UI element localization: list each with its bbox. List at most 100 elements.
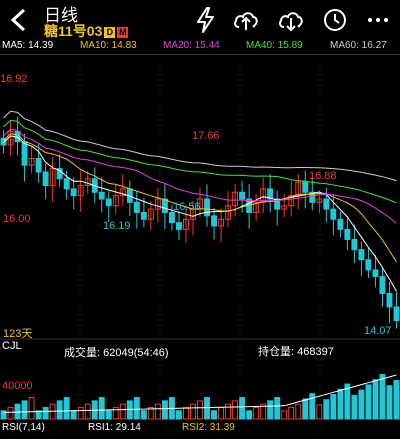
price-axis-top: 16.92 <box>0 73 28 85</box>
volume-bar <box>133 397 140 420</box>
volume-bar <box>330 394 337 420</box>
candle-body <box>133 201 140 213</box>
price-axis-mid: 16.00 <box>3 213 31 225</box>
volume-bar <box>190 403 196 420</box>
candle-body <box>379 276 386 294</box>
candle-body <box>393 306 400 321</box>
candle-body <box>175 222 182 230</box>
volume-bar <box>63 397 70 420</box>
volume-bar <box>393 380 400 420</box>
volume-bar <box>218 406 225 420</box>
volume-bar <box>253 406 260 420</box>
low-label-2: 16.56 <box>173 201 201 213</box>
candle-body <box>168 212 175 224</box>
volume-indicator[interactable]: CJL <box>2 340 22 352</box>
rsi2-label: RSI2: 31.39 <box>182 422 235 433</box>
volume-bar <box>316 404 323 420</box>
volume-bar <box>337 388 344 420</box>
candle-body <box>70 188 77 197</box>
volume-bar <box>119 403 126 420</box>
volume-bar <box>7 406 14 420</box>
volume-axis: 40000 <box>2 380 33 392</box>
rsi-indicator[interactable]: RSI(7,14) <box>2 422 45 433</box>
candle-body <box>35 158 42 173</box>
volume-bar <box>372 379 379 420</box>
volume-bar <box>161 400 168 420</box>
volume-bar <box>70 410 77 420</box>
candle-body <box>161 198 168 213</box>
volume-bar <box>232 400 239 420</box>
volume-bar <box>183 406 189 420</box>
candle-body <box>302 181 309 193</box>
candle-body <box>372 269 379 278</box>
candle-body <box>337 218 344 230</box>
ma60-label: MA60: 16.27 <box>330 40 387 51</box>
rsi1-label: RSI1: 29.14 <box>88 422 141 433</box>
volume-bar <box>281 410 288 420</box>
volume-bar <box>98 397 105 420</box>
volume-bar <box>365 384 372 420</box>
volume-bar <box>112 406 119 420</box>
volume-bar <box>267 400 274 420</box>
top-bar: 日线 糖11号03 D M <box>0 0 400 40</box>
volume-bar <box>225 403 232 420</box>
kline-chart[interactable] <box>0 54 400 420</box>
back-arrow-icon[interactable] <box>8 7 30 33</box>
volume-bar <box>154 403 161 420</box>
candle-body <box>140 212 147 220</box>
volume-bar <box>288 406 295 420</box>
volume-bar <box>246 410 253 420</box>
contract-name[interactable]: 糖11号03 D M <box>44 21 129 41</box>
peak-label-1: 17.66 <box>192 130 220 142</box>
volume-bar <box>77 406 84 420</box>
candle-body <box>105 198 112 207</box>
candle-body <box>358 249 365 261</box>
volume-bar <box>323 399 330 420</box>
volume-bar <box>28 397 35 420</box>
volume-bar <box>204 397 210 420</box>
more-icon[interactable] <box>364 6 392 34</box>
m-badge: M <box>117 26 129 38</box>
volume-bar <box>351 394 358 420</box>
ma5-label: MA5: 14.39 <box>2 40 54 51</box>
candle-body <box>63 178 70 190</box>
volume-label: 成交量: 62049(54:46) <box>64 347 169 359</box>
volume-bar <box>379 373 386 420</box>
volume-bar <box>175 410 182 420</box>
volume-bar <box>42 406 49 420</box>
low-label-3: 14.07 <box>364 325 392 337</box>
clock-icon[interactable] <box>321 6 349 34</box>
volume-bar <box>84 403 91 420</box>
ma20-label: MA20: 15.44 <box>163 40 220 51</box>
ma10-label: MA10: 14.83 <box>80 40 137 51</box>
volume-bar <box>358 389 365 420</box>
rsi-bar: RSI(7,14) RSI1: 29.14 RSI2: 31.39 <box>0 421 400 439</box>
volume-bar <box>302 398 309 420</box>
candle-body <box>330 208 337 220</box>
candle-body <box>211 215 217 227</box>
ma5-line <box>3 135 397 292</box>
cloud-upload-icon[interactable] <box>232 6 260 34</box>
candle-body <box>344 228 351 240</box>
candle-body <box>239 191 246 200</box>
candle-body <box>351 239 358 251</box>
contract-label: 糖11号03 <box>44 23 103 39</box>
volume-bar <box>239 397 246 420</box>
ma-legend: MA5: 14.39 MA10: 14.83 MA20: 15.44 MA40:… <box>0 40 400 53</box>
candle-body <box>365 259 372 271</box>
volume-bar <box>56 400 63 420</box>
volume-bar <box>295 403 302 420</box>
candle-body <box>323 198 330 210</box>
days-label: 123天 <box>3 328 33 340</box>
ma40-label: MA40: 15.89 <box>246 40 303 51</box>
candle-body <box>98 191 105 200</box>
volume-bar <box>386 385 393 420</box>
volume-bar <box>140 410 147 420</box>
candle-body <box>386 293 393 308</box>
volume-bar <box>274 397 281 420</box>
volume-bar <box>21 400 28 420</box>
peak-label-2: 16.88 <box>309 170 337 182</box>
lightning-icon[interactable] <box>192 6 220 34</box>
cloud-download-icon[interactable] <box>277 6 305 34</box>
low-label-1: 16.19 <box>103 220 131 232</box>
